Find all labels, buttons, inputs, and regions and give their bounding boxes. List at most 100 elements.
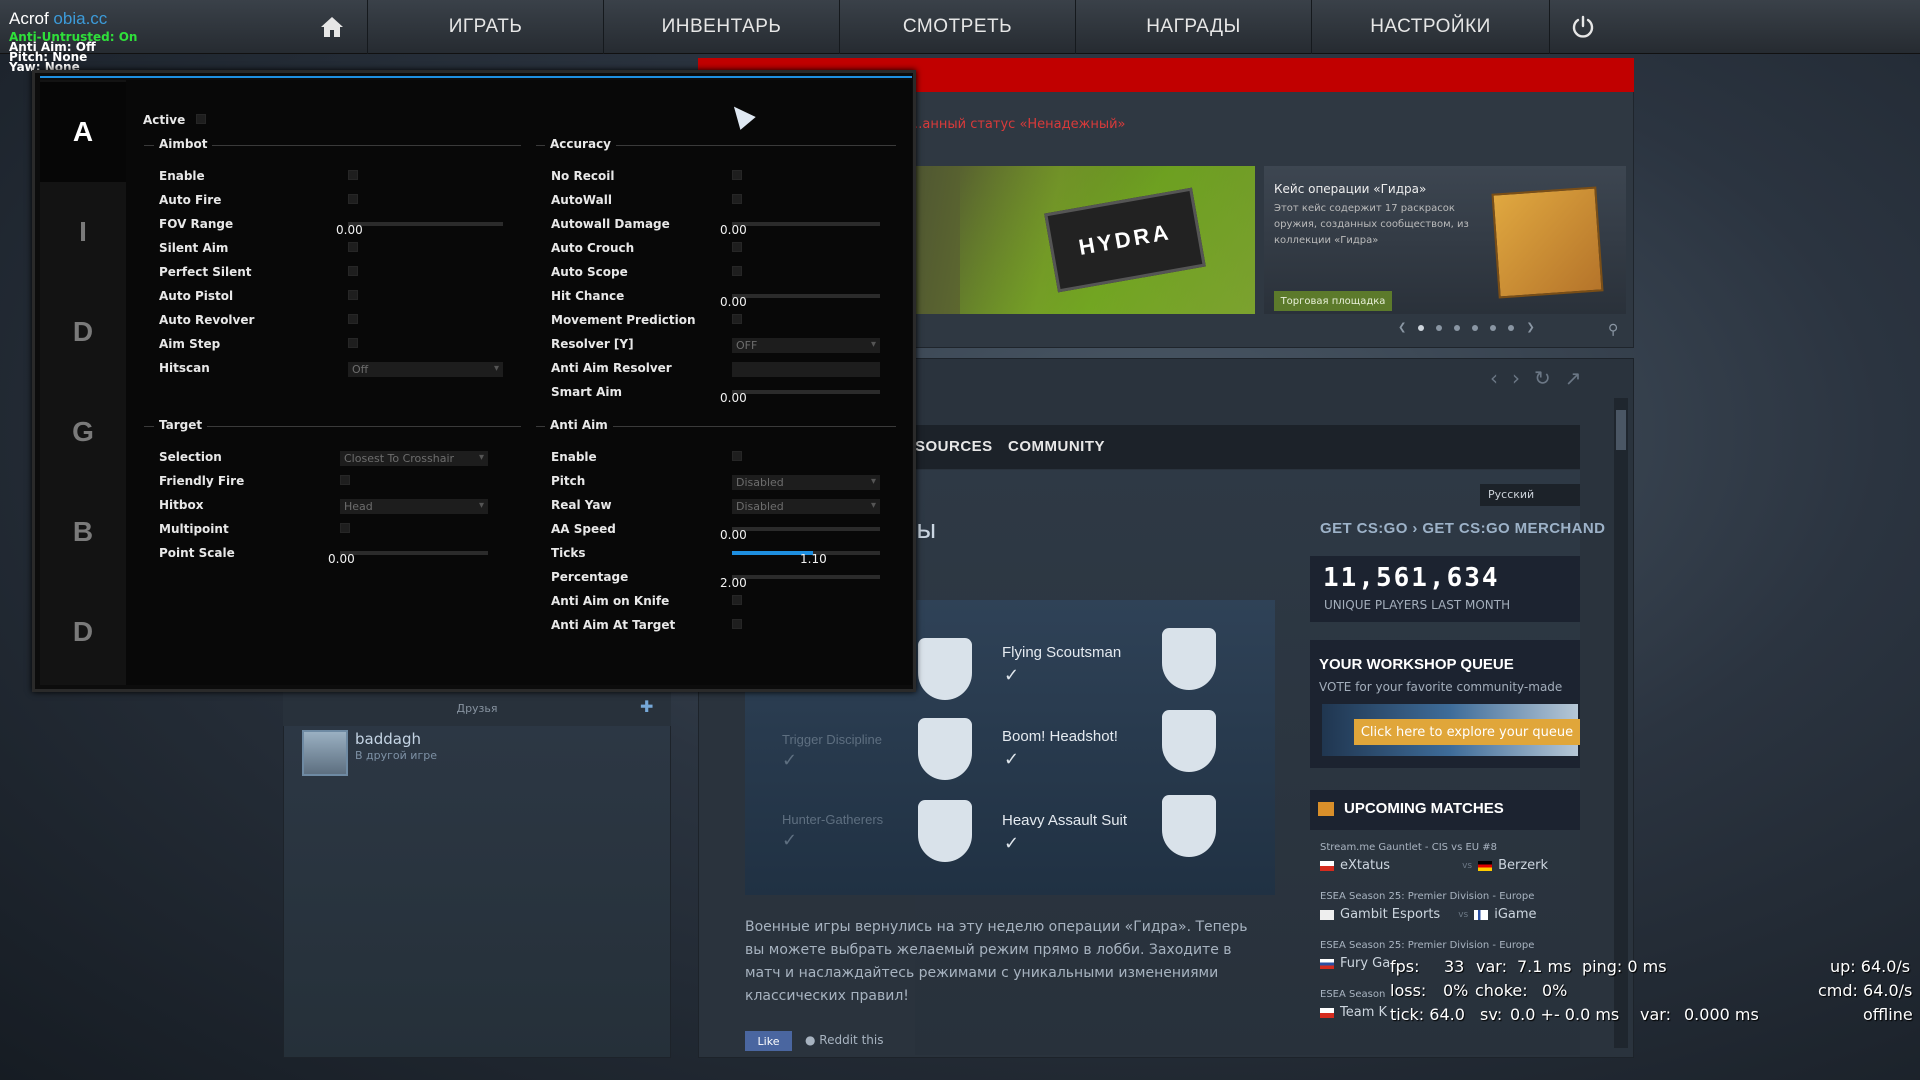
pager-dot[interactable] bbox=[1508, 324, 1515, 331]
friendly-fire-label: Friendly Fire bbox=[159, 474, 245, 488]
get-csgo-link[interactable]: GET CS:GO bbox=[1320, 520, 1408, 537]
nav-rewards[interactable]: НАГРАДЫ bbox=[1076, 0, 1312, 54]
anti-aim-resolver-field[interactable] bbox=[732, 362, 880, 377]
nav-settings[interactable]: НАСТРОЙКИ bbox=[1312, 0, 1550, 54]
auto-scope-checkbox[interactable] bbox=[732, 266, 742, 276]
aa-enable-checkbox[interactable] bbox=[732, 451, 742, 461]
market-button[interactable]: Торговая площадка bbox=[1274, 291, 1392, 311]
real-yaw-dropdown[interactable]: Disabled ▾ bbox=[732, 499, 880, 514]
match-event: Stream.me Gauntlet - CIS vs EU #8 bbox=[1320, 842, 1498, 853]
pitch-value: Disabled bbox=[736, 476, 784, 489]
get-merch-link[interactable]: GET CS:GO MERCHAND bbox=[1422, 520, 1605, 537]
cheat-watermark: Acrof obia.cc bbox=[9, 9, 107, 29]
nav-play[interactable]: ИГРАТЬ bbox=[368, 0, 604, 54]
nav-resources[interactable]: SOURCES bbox=[915, 438, 993, 455]
auto-fire-checkbox[interactable] bbox=[348, 194, 358, 204]
players-caption: UNIQUE PLAYERS LAST MONTH bbox=[1324, 598, 1511, 612]
tab-2[interactable]: I bbox=[40, 182, 126, 282]
pager-dot[interactable] bbox=[1436, 324, 1443, 331]
pager-dot[interactable] bbox=[1472, 324, 1479, 331]
tab-5[interactable]: B bbox=[40, 482, 126, 582]
active-label: Active bbox=[143, 113, 186, 127]
pitch-dropdown[interactable]: Disabled ▾ bbox=[732, 475, 880, 490]
watermark-name: Acrof bbox=[9, 9, 49, 28]
selection-dropdown[interactable]: Closest To Crosshair ▾ bbox=[340, 451, 488, 466]
forward-icon[interactable]: › bbox=[1512, 366, 1520, 390]
friendly-fire-checkbox[interactable] bbox=[340, 475, 350, 485]
watermark-domain: obia.cc bbox=[53, 9, 108, 28]
match-event: ESEA Season bbox=[1320, 989, 1386, 1000]
nav-power-button[interactable] bbox=[1550, 0, 1616, 54]
blog-scrollbar[interactable] bbox=[1614, 398, 1628, 1048]
multipoint-checkbox[interactable] bbox=[340, 523, 350, 533]
match-event: ESEA Season 25: Premier Division - Europ… bbox=[1320, 891, 1535, 902]
tab-aimbot[interactable]: A bbox=[40, 82, 126, 182]
nav-inventory[interactable]: ИНВЕНТАРЬ bbox=[604, 0, 840, 54]
external-link-icon[interactable]: ↗ bbox=[1565, 366, 1582, 390]
aa-at-target-checkbox[interactable] bbox=[732, 619, 742, 629]
tab-4[interactable]: G bbox=[40, 382, 126, 482]
avatar[interactable] bbox=[302, 730, 348, 776]
auto-pistol-checkbox[interactable] bbox=[348, 290, 358, 300]
auto-revolver-label: Auto Revolver bbox=[159, 313, 255, 327]
chevron-right-icon[interactable]: ❯ bbox=[1526, 322, 1534, 333]
netgraph-fps-label: fps: bbox=[1390, 957, 1420, 976]
tab-6[interactable]: D bbox=[40, 582, 126, 682]
fov-range-slider[interactable] bbox=[348, 222, 503, 226]
chevron-left-icon[interactable]: ❮ bbox=[1398, 322, 1406, 333]
reddit-link[interactable]: ● Reddit this bbox=[805, 1033, 883, 1047]
refresh-icon[interactable]: ↻ bbox=[1534, 366, 1551, 390]
achievement-badge-icon bbox=[918, 800, 972, 862]
percentage-value: 2.00 bbox=[720, 576, 747, 590]
match-row[interactable]: eXtatus vs Berzerk bbox=[1320, 858, 1548, 873]
vs-label: vs bbox=[1458, 909, 1469, 920]
pager-dot[interactable] bbox=[1490, 324, 1497, 331]
perfect-silent-label: Perfect Silent bbox=[159, 265, 252, 279]
aa-on-knife-checkbox[interactable] bbox=[732, 595, 742, 605]
nav-home-button[interactable] bbox=[296, 0, 368, 54]
home-icon bbox=[320, 17, 343, 37]
active-checkbox[interactable] bbox=[196, 114, 206, 124]
movement-prediction-checkbox[interactable] bbox=[732, 314, 742, 324]
blog-heading: ы bbox=[916, 515, 937, 545]
workshop-cta-button[interactable]: Click here to explore your queue bbox=[1354, 719, 1580, 745]
search-icon[interactable]: ⚲ bbox=[1608, 322, 1618, 338]
nav-community[interactable]: COMMUNITY bbox=[1008, 438, 1105, 455]
no-recoil-checkbox[interactable] bbox=[732, 170, 742, 180]
hitbox-dropdown[interactable]: Head ▾ bbox=[340, 499, 488, 514]
match-row[interactable]: Fury Ga bbox=[1320, 956, 1390, 971]
achievement-name: Heavy Assault Suit bbox=[1002, 812, 1128, 829]
hitscan-dropdown[interactable]: Off ▾ bbox=[348, 362, 503, 377]
percentage-slider[interactable] bbox=[732, 575, 880, 579]
friend-name[interactable]: baddagh bbox=[355, 730, 421, 748]
auto-crouch-checkbox[interactable] bbox=[732, 242, 742, 252]
match-team-1: Gambit Esports bbox=[1340, 907, 1441, 922]
add-friend-icon[interactable]: ✚ bbox=[640, 697, 653, 716]
aim-step-checkbox[interactable] bbox=[348, 338, 358, 348]
flag-icon bbox=[1474, 909, 1489, 920]
smart-aim-slider[interactable] bbox=[732, 390, 880, 394]
anti-aim-resolver-label: Anti Aim Resolver bbox=[551, 361, 672, 375]
aa-speed-slider[interactable] bbox=[732, 527, 880, 531]
point-scale-slider[interactable] bbox=[340, 551, 488, 555]
match-row[interactable]: Gambit Esports vs iGame bbox=[1320, 907, 1537, 922]
hit-chance-slider[interactable] bbox=[732, 294, 880, 298]
pager-dot[interactable] bbox=[1454, 324, 1461, 331]
tab-3[interactable]: D bbox=[40, 282, 126, 382]
autowall-checkbox[interactable] bbox=[732, 194, 742, 204]
autowall-damage-slider[interactable] bbox=[732, 222, 880, 226]
scrollbar-thumb[interactable] bbox=[1616, 410, 1626, 450]
language-select[interactable]: Русский bbox=[1480, 484, 1580, 506]
pager-dot[interactable] bbox=[1418, 324, 1425, 331]
chevron-down-icon: ▾ bbox=[478, 500, 484, 511]
facebook-like-button[interactable]: Like bbox=[745, 1031, 792, 1051]
nav-watch[interactable]: СМОТРЕТЬ bbox=[840, 0, 1076, 54]
silent-aim-checkbox[interactable] bbox=[348, 242, 358, 252]
get-links: GET CS:GO › GET CS:GO MERCHAND bbox=[1320, 520, 1605, 537]
aimbot-enable-checkbox[interactable] bbox=[348, 170, 358, 180]
auto-revolver-checkbox[interactable] bbox=[348, 314, 358, 324]
perfect-silent-checkbox[interactable] bbox=[348, 266, 358, 276]
match-row[interactable]: Team K bbox=[1320, 1005, 1387, 1020]
resolver-dropdown[interactable]: OFF ▾ bbox=[732, 338, 880, 353]
back-icon[interactable]: ‹ bbox=[1490, 366, 1498, 390]
